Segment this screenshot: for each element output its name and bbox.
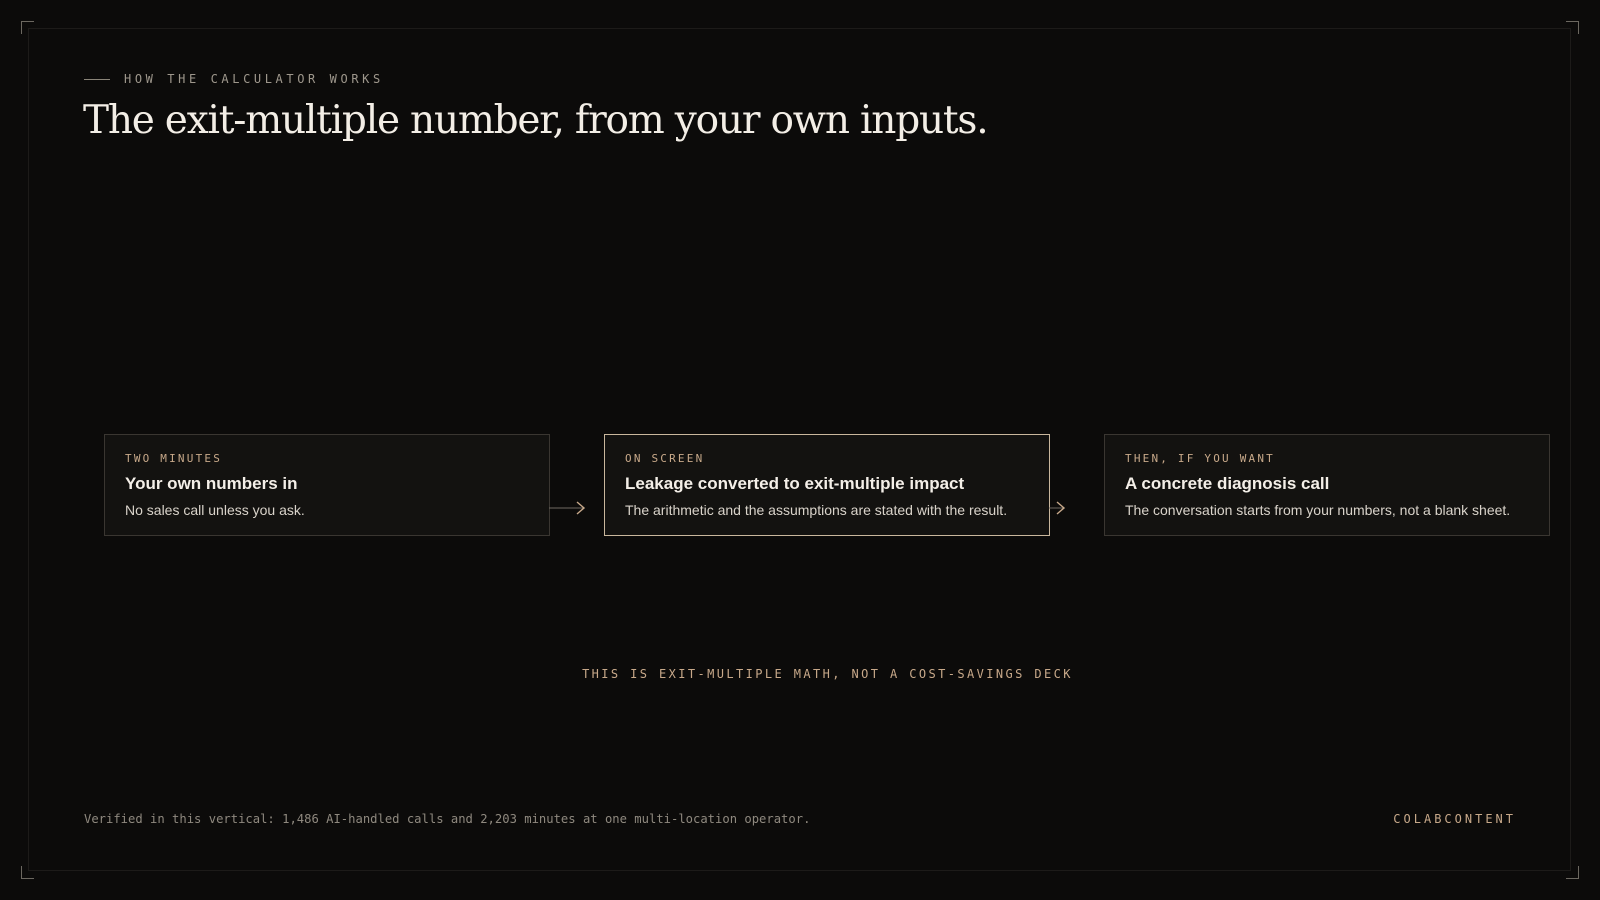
step-card-two-minutes: TWO MINUTES Your own numbers in No sales… — [104, 434, 550, 536]
step-description: The conversation starts from your number… — [1125, 502, 1511, 518]
corner-mark-top-right — [1566, 21, 1579, 34]
verification-footnote: Verified in this vertical: 1,486 AI-hand… — [84, 812, 811, 826]
eyebrow-rule — [84, 78, 110, 80]
corner-mark-bottom-right — [1566, 866, 1579, 879]
page-title: The exit-multiple number, from your own … — [83, 98, 989, 143]
step-kicker: THEN, IF YOU WANT — [1125, 452, 1275, 465]
step-kicker: TWO MINUTES — [125, 452, 223, 465]
step-title: A concrete diagnosis call — [1125, 474, 1330, 493]
step-title: Leakage converted to exit-multiple impac… — [625, 474, 965, 493]
arrow-right-icon — [1049, 501, 1066, 515]
step-kicker: ON SCREEN — [625, 452, 705, 465]
brand-wordmark: COLABCONTENT — [1393, 812, 1516, 826]
corner-mark-top-left — [21, 21, 34, 34]
arrow-right-icon — [549, 501, 586, 515]
step-card-on-screen: ON SCREEN Leakage converted to exit-mult… — [604, 434, 1050, 536]
corner-mark-bottom-left — [21, 866, 34, 879]
step-title: Your own numbers in — [125, 474, 298, 493]
tagline: THIS IS EXIT-MULTIPLE MATH, NOT A COST-S… — [582, 667, 1073, 681]
step-description: The arithmetic and the assumptions are s… — [625, 502, 1008, 518]
step-card-then-if-you-want: THEN, IF YOU WANT A concrete diagnosis c… — [1104, 434, 1550, 536]
eyebrow-label: HOW THE CALCULATOR WORKS — [124, 72, 384, 86]
section-eyebrow: HOW THE CALCULATOR WORKS — [84, 72, 384, 86]
step-description: No sales call unless you ask. — [125, 502, 305, 518]
